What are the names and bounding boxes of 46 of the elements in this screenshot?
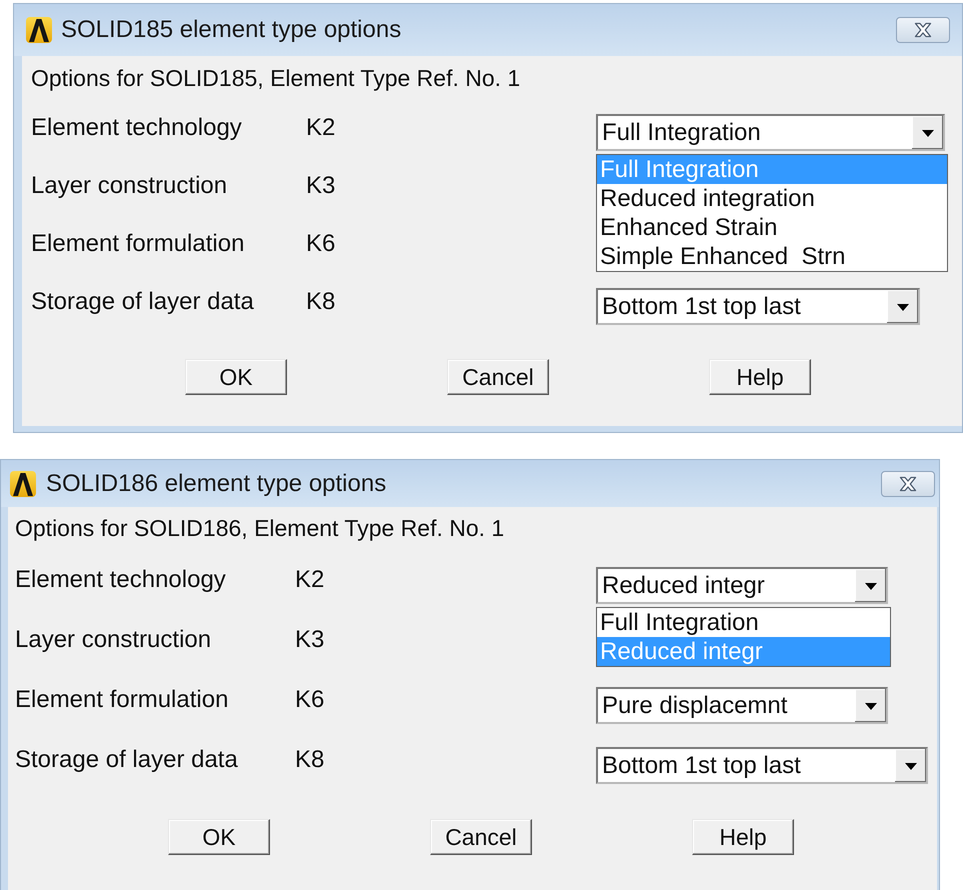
dialog-button[interactable]: OK: [185, 359, 287, 395]
close-button[interactable]: [881, 470, 935, 496]
option-key: K2: [306, 114, 336, 142]
dialog-heading: Options for SOLID186, Element Type Ref. No. 1: [15, 515, 504, 541]
list-option[interactable]: Full Integration: [597, 608, 890, 637]
caret-icon[interactable]: [895, 749, 926, 782]
option-label: Storage of layer data: [31, 288, 254, 316]
option-key: K2: [295, 566, 324, 594]
window-title: SOLID186 element type options: [46, 470, 386, 498]
dialog-button[interactable]: Help: [709, 359, 811, 395]
logo-icon: [10, 470, 36, 496]
list-option[interactable]: Reduced integration: [597, 184, 947, 213]
option-label: Element formulation: [15, 686, 228, 714]
caret-icon[interactable]: [855, 569, 886, 602]
caret-icon[interactable]: [855, 689, 886, 722]
option-key: K3: [306, 172, 336, 200]
list-option[interactable]: Enhanced Strain: [597, 213, 947, 242]
option-label: Layer construction: [15, 626, 212, 654]
caret-icon[interactable]: [912, 116, 943, 149]
option-key: K8: [306, 288, 336, 316]
dropdown[interactable]: Pure displacemnt: [596, 687, 888, 724]
logo-icon: [26, 17, 52, 43]
caret-icon[interactable]: [887, 290, 918, 323]
option-label: Layer construction: [31, 172, 228, 200]
option-key: K6: [295, 686, 324, 714]
dropdown[interactable]: Bottom 1st top last: [596, 288, 920, 325]
close-icon: [914, 22, 932, 38]
close-icon: [899, 476, 917, 492]
window-title: SOLID185 element type options: [61, 16, 402, 44]
list-option[interactable]: Simple Enhanced Strn: [597, 242, 947, 271]
close-button[interactable]: [896, 17, 950, 43]
option-key: K8: [295, 746, 324, 774]
dialog-button[interactable]: Cancel: [430, 819, 532, 855]
dialog-button[interactable]: Cancel: [447, 359, 549, 395]
dropdown[interactable]: Full Integration: [596, 114, 945, 151]
dialog-heading: Options for SOLID185, Element Type Ref. No. 1: [31, 65, 520, 91]
option-label: Element formulation: [31, 230, 244, 258]
option-label: Element technology: [15, 566, 226, 594]
dialog-button[interactable]: OK: [168, 819, 270, 855]
dialog-button[interactable]: Help: [692, 819, 794, 855]
option-key: K6: [306, 230, 336, 258]
dropdown[interactable]: Reduced integr: [596, 567, 888, 604]
option-key: K3: [295, 626, 324, 654]
option-label: Storage of layer data: [15, 746, 238, 774]
option-label: Element technology: [31, 114, 242, 142]
dropdown[interactable]: Bottom 1st top last: [596, 747, 928, 784]
